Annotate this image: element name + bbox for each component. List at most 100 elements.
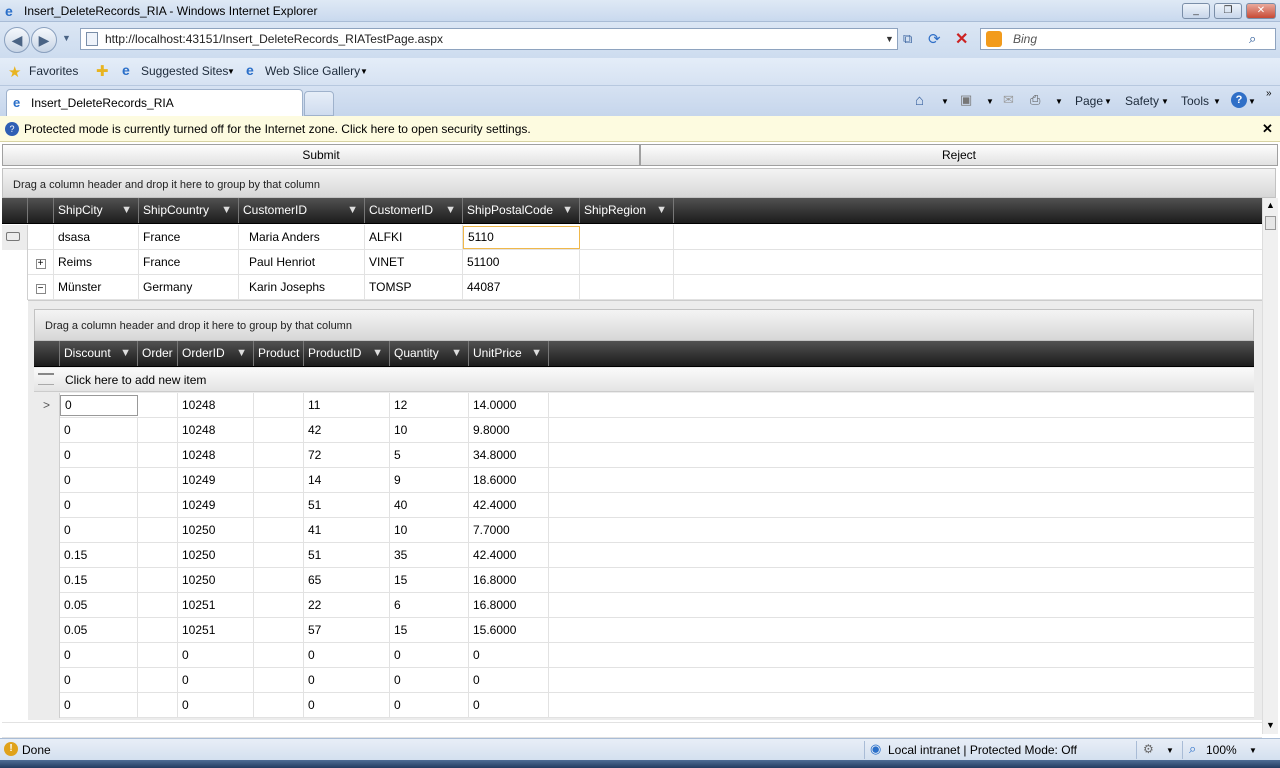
chevron-down-icon[interactable]: ▼ xyxy=(360,67,368,76)
chevron-down-icon[interactable]: ▼ xyxy=(986,97,994,106)
table-row[interactable]: 00000 xyxy=(34,668,1254,693)
cell-product[interactable] xyxy=(254,668,304,693)
cell-product[interactable] xyxy=(254,593,304,618)
column-header-orderid[interactable]: OrderID ▼ xyxy=(178,341,254,366)
chevron-down-icon[interactable]: ▼ xyxy=(1248,97,1256,106)
chevron-down-icon[interactable]: ▼ xyxy=(1055,97,1063,106)
add-favorite-icon[interactable]: ✚ xyxy=(96,62,109,80)
cell-customerid[interactable]: ALFKI xyxy=(365,225,463,250)
table-row[interactable]: 0 10248 72 5 34.8000 xyxy=(34,443,1254,468)
protected-mode-icon[interactable]: ⚙ xyxy=(1143,742,1154,756)
cell-productid[interactable]: 65 xyxy=(304,568,390,593)
cell-quantity[interactable]: 35 xyxy=(390,543,469,568)
cell-productid[interactable]: 51 xyxy=(304,493,390,518)
row-indicator[interactable] xyxy=(2,225,28,250)
close-window-button[interactable]: ✕ xyxy=(1246,3,1276,19)
row-indicator[interactable] xyxy=(34,518,60,543)
cell-order[interactable] xyxy=(138,693,178,718)
row-indicator[interactable] xyxy=(34,468,60,493)
home-icon[interactable]: ⌂ xyxy=(915,92,924,109)
reject-button[interactable]: Reject xyxy=(640,144,1278,166)
cell-unitprice[interactable]: 0 xyxy=(469,693,549,718)
cell-productid[interactable]: 0 xyxy=(304,693,390,718)
cell-unitprice[interactable]: 42.4000 xyxy=(469,493,549,518)
column-header-shipcountry[interactable]: ShipCountry ▼ xyxy=(139,198,239,223)
table-row[interactable]: 0 10249 51 40 42.4000 xyxy=(34,493,1254,518)
table-row[interactable]: 0.15 10250 51 35 42.4000 xyxy=(34,543,1254,568)
discount-edit-input[interactable]: 0 xyxy=(60,395,138,416)
cell-productid[interactable]: 0 xyxy=(304,643,390,668)
cell-orderid[interactable]: 10249 xyxy=(178,493,254,518)
cell-discount[interactable]: 0.15 xyxy=(60,543,138,568)
column-header-unitprice[interactable]: UnitPrice ▼ xyxy=(469,341,549,366)
cell-orderid[interactable]: 10248 xyxy=(178,443,254,468)
cell-orderid[interactable]: 0 xyxy=(178,693,254,718)
filter-icon[interactable]: ▼ xyxy=(562,198,573,223)
table-row[interactable]: 0 10249 14 9 18.6000 xyxy=(34,468,1254,493)
cell-contactname[interactable]: Paul Henriot xyxy=(239,250,365,275)
cell-product[interactable] xyxy=(254,543,304,568)
cell-product[interactable] xyxy=(254,518,304,543)
cell-product[interactable] xyxy=(254,393,304,418)
filter-icon[interactable]: ▼ xyxy=(120,341,131,366)
cell-quantity[interactable]: 15 xyxy=(390,618,469,643)
row-indicator[interactable] xyxy=(34,618,60,643)
cell-productid[interactable]: 14 xyxy=(304,468,390,493)
cell-productid[interactable]: 11 xyxy=(304,393,390,418)
back-button[interactable]: ◀ xyxy=(4,27,30,53)
table-row[interactable]: 0 10248 42 10 9.8000 xyxy=(34,418,1254,443)
table-row[interactable]: dsasa France Maria Anders ALFKI 5110 xyxy=(2,225,1262,250)
favorites-button[interactable]: Favorites xyxy=(29,64,78,78)
cell-quantity[interactable]: 10 xyxy=(390,518,469,543)
cell-discount[interactable]: 0 xyxy=(60,693,138,718)
cell-productid[interactable]: 0 xyxy=(304,668,390,693)
column-header-customerid-2[interactable]: CustomerID ▼ xyxy=(365,198,463,223)
cell-discount[interactable]: 0.05 xyxy=(60,593,138,618)
cell-quantity[interactable]: 9 xyxy=(390,468,469,493)
cell-order[interactable] xyxy=(138,493,178,518)
history-dropdown-icon[interactable]: ▼ xyxy=(62,33,71,43)
cell-productid[interactable]: 57 xyxy=(304,618,390,643)
cell-product[interactable] xyxy=(254,468,304,493)
cell-unitprice[interactable]: 18.6000 xyxy=(469,468,549,493)
filter-icon[interactable]: ▼ xyxy=(531,341,542,366)
cell-shipregion[interactable] xyxy=(580,225,674,250)
cell-quantity[interactable]: 0 xyxy=(390,693,469,718)
column-header-customerid[interactable]: CustomerID ▼ xyxy=(239,198,365,223)
table-row[interactable]: 0.05 10251 22 6 16.8000 xyxy=(34,593,1254,618)
information-bar[interactable]: ? Protected mode is currently turned off… xyxy=(0,116,1280,142)
table-row[interactable]: 0 10250 41 10 7.7000 xyxy=(34,518,1254,543)
filter-icon[interactable]: ▼ xyxy=(347,198,358,223)
cell-productid[interactable]: 41 xyxy=(304,518,390,543)
column-header-shipregion[interactable]: ShipRegion ▼ xyxy=(580,198,674,223)
filter-icon[interactable]: ▼ xyxy=(372,341,383,366)
cell-discount[interactable]: 0 xyxy=(60,643,138,668)
filter-icon[interactable]: ▼ xyxy=(236,341,247,366)
cell-orderid[interactable]: 10251 xyxy=(178,618,254,643)
cell-product[interactable] xyxy=(254,493,304,518)
chevron-down-icon[interactable]: ▼ xyxy=(1161,97,1169,106)
cell-discount[interactable]: 0 xyxy=(60,418,138,443)
column-header-productid[interactable]: ProductID ▼ xyxy=(304,341,390,366)
cell-discount[interactable]: 0 xyxy=(60,493,138,518)
cell-product[interactable] xyxy=(254,568,304,593)
column-header-discount[interactable]: Discount ▼ xyxy=(60,341,138,366)
row-indicator[interactable]: > xyxy=(34,393,60,418)
cell-order[interactable] xyxy=(138,618,178,643)
column-header-quantity[interactable]: Quantity ▼ xyxy=(390,341,469,366)
row-indicator[interactable] xyxy=(34,443,60,468)
row-indicator[interactable] xyxy=(2,275,28,300)
chevron-down-icon[interactable]: ▼ xyxy=(941,97,949,106)
zoom-level[interactable]: 100% xyxy=(1206,743,1237,757)
cell-shipcity[interactable]: Reims xyxy=(54,250,139,275)
row-indicator[interactable] xyxy=(34,493,60,518)
filter-icon[interactable]: ▼ xyxy=(451,341,462,366)
cell-product[interactable] xyxy=(254,618,304,643)
cell-product[interactable] xyxy=(254,443,304,468)
cell-order[interactable] xyxy=(138,543,178,568)
security-zone[interactable]: Local intranet | Protected Mode: Off xyxy=(888,743,1077,757)
inner-group-panel[interactable]: Drag a column header and drop it here to… xyxy=(34,309,1254,341)
collapse-button[interactable]: − xyxy=(28,275,54,300)
tools-menu[interactable]: Tools xyxy=(1181,94,1209,108)
column-header-shippostalcode[interactable]: ShipPostalCode ▼ xyxy=(463,198,580,223)
